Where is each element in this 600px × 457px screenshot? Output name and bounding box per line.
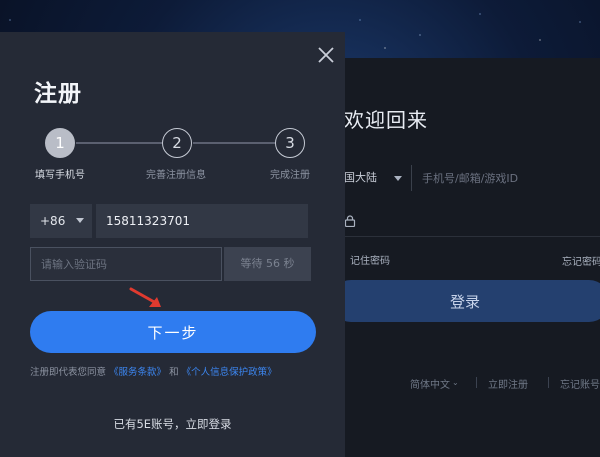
login-existing-account-link[interactable]: 已有5E账号，立即登录 [0,416,345,432]
send-code-button[interactable]: 等待 56 秒 [224,247,311,281]
login-account-input[interactable] [412,165,600,191]
step-3-indicator: 3 [275,128,305,158]
footer-divider [476,377,477,388]
step-2-indicator: 2 [162,128,192,158]
region-select[interactable]: 国大陆 [344,165,410,191]
service-terms-link[interactable]: 《服务条款》 [109,367,166,378]
lock-icon [344,215,356,227]
step-3-label: 完成注册 [270,170,310,181]
phone-input[interactable] [96,204,308,238]
red-arrow-pointer [129,287,161,307]
chevron-down-icon: ⌄ [452,378,459,387]
verification-code-input[interactable] [30,247,222,281]
step-2-label: 完善注册信息 [146,170,206,181]
footer-divider [548,377,549,388]
terms-prefix: 注册即代表您同意 [30,367,107,378]
login-button[interactable]: 登录 [330,280,600,322]
chevron-down-icon [76,218,84,223]
step-1-indicator: 1 [45,128,75,158]
stepper-connector [76,142,162,144]
language-select[interactable]: 简体中文 [410,376,450,391]
country-code-select[interactable]: +86 [30,204,92,238]
login-title: 欢迎回来 [344,108,428,132]
chevron-down-icon [394,176,402,181]
step-1-label: 填写手机号 [35,170,85,181]
forgot-password-link[interactable]: 忘记密码 [562,253,600,268]
privacy-policy-link[interactable]: 《个人信息保护政策》 [182,367,277,378]
terms-and: 和 [169,367,179,378]
close-icon[interactable] [316,45,336,65]
modal-title: 注册 [34,81,82,107]
register-link[interactable]: 立即注册 [488,376,528,391]
region-label: 国大陆 [344,171,377,184]
forgot-account-link[interactable]: 忘记账号 [560,376,600,391]
remember-password-checkbox[interactable]: 记住密码 [350,252,390,267]
country-code-value: +86 [40,214,66,228]
stepper-connector [193,142,275,144]
terms-notice: 注册即代表您同意 《服务条款》 和 《个人信息保护政策》 [30,364,277,378]
next-step-button[interactable]: 下一步 [30,311,316,353]
login-password-field[interactable] [344,207,600,237]
